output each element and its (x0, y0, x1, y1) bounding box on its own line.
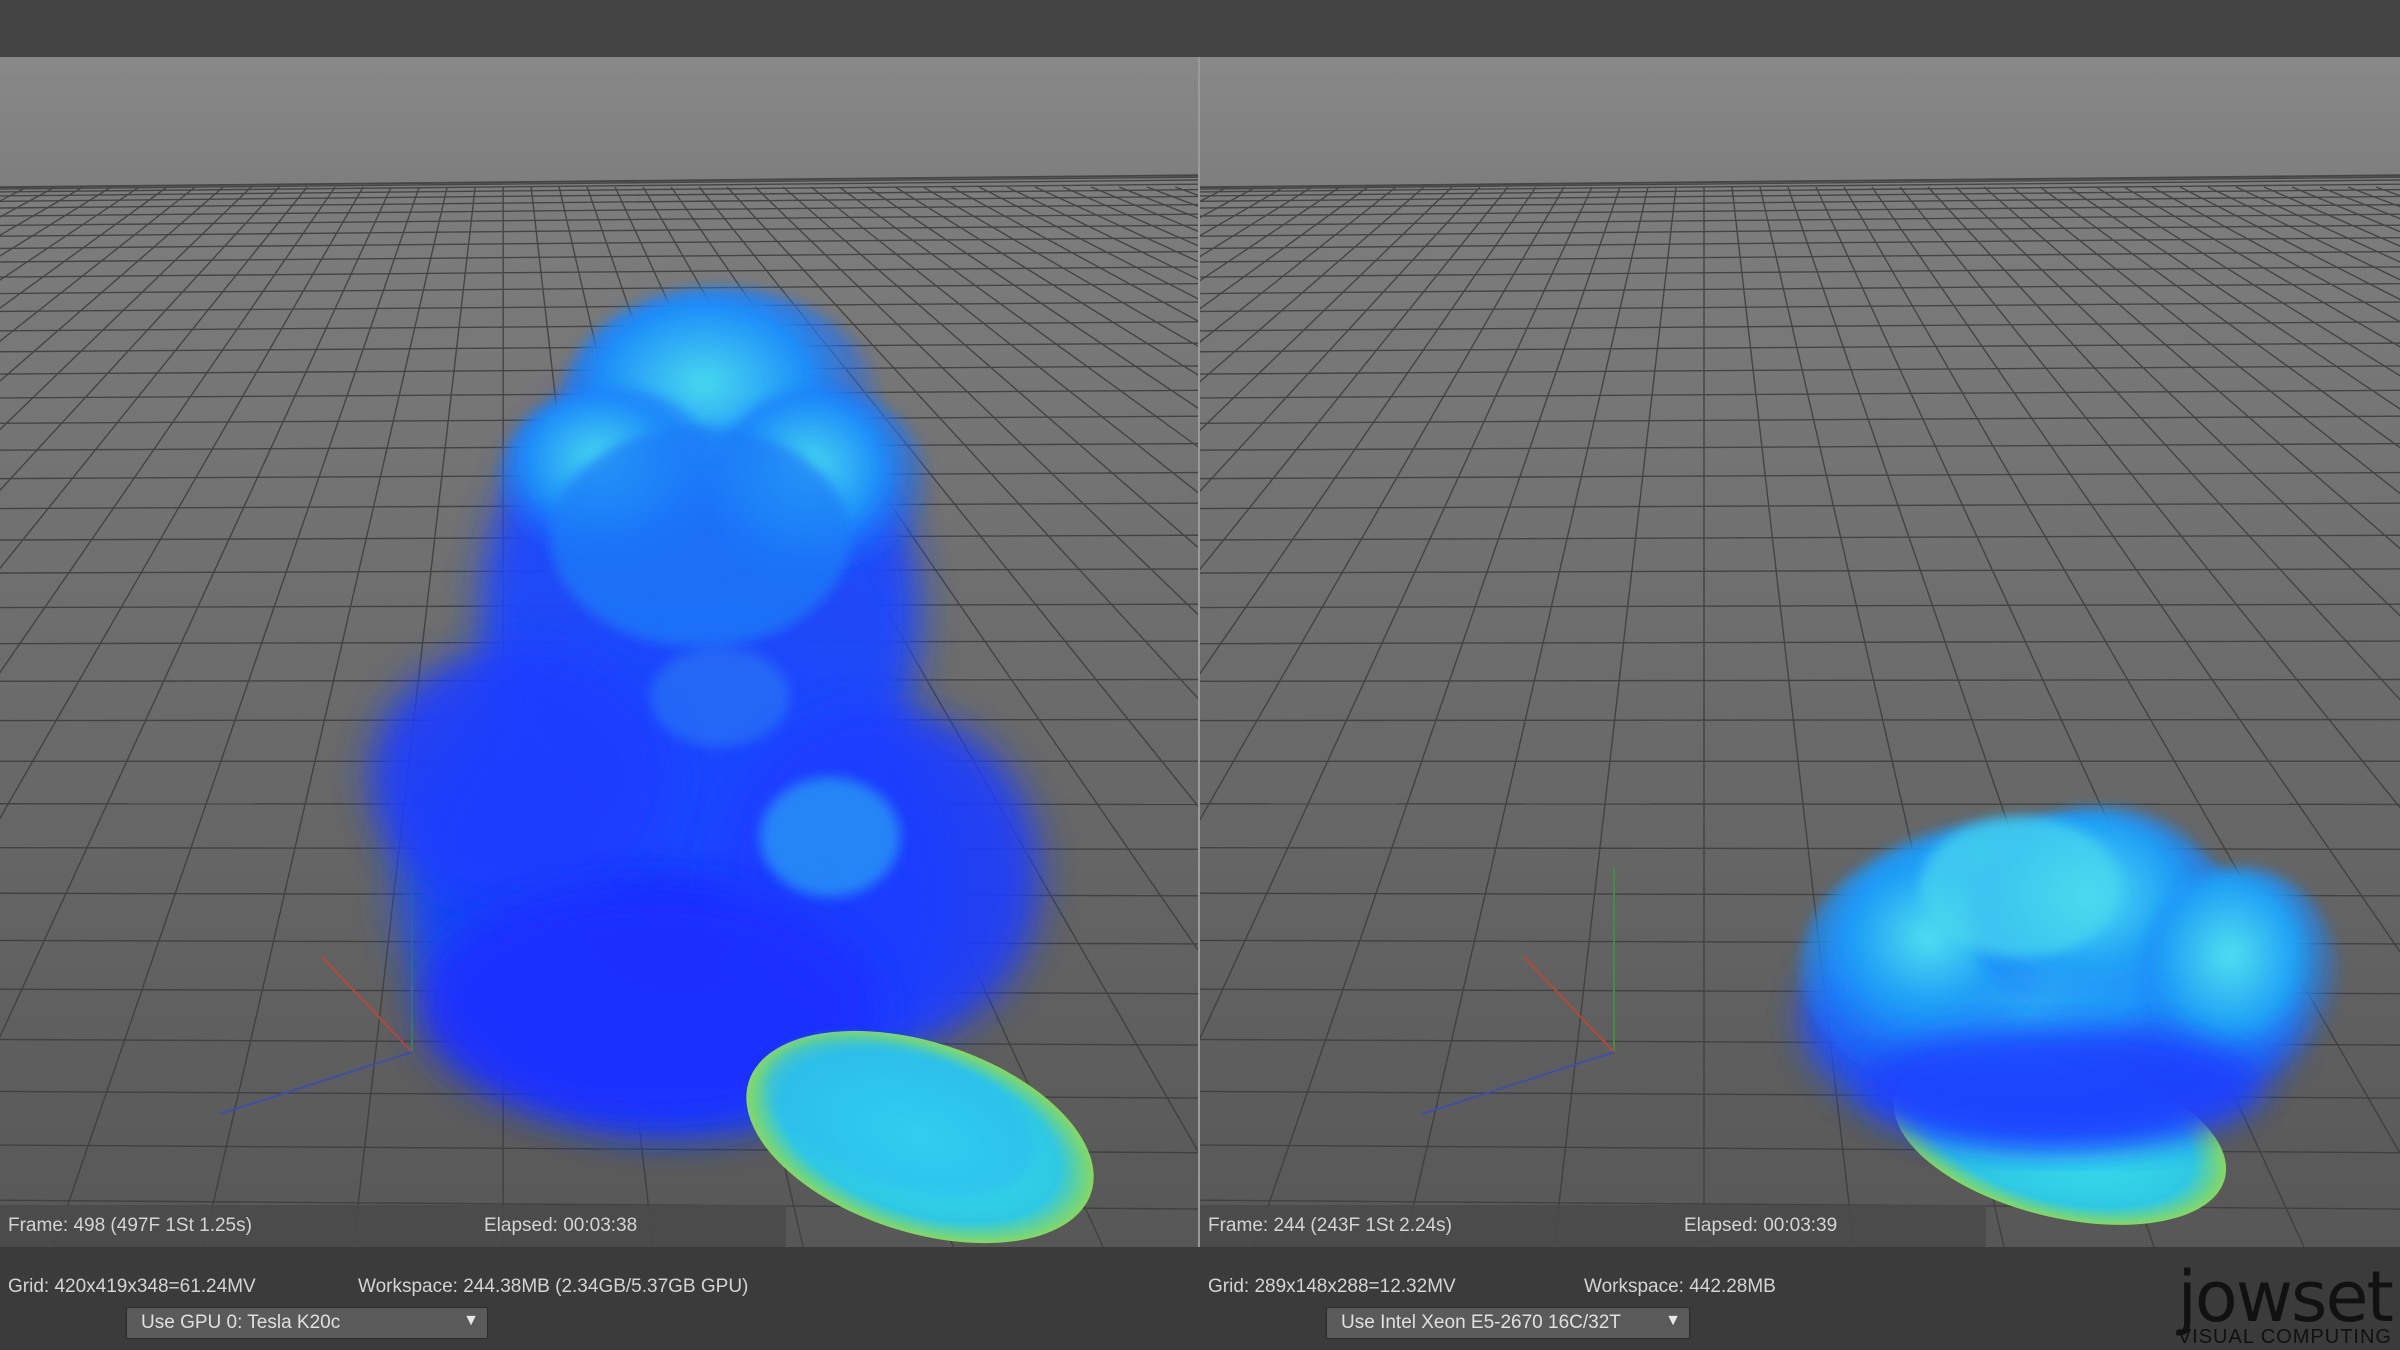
viewport-right-scene (1200, 57, 2400, 1247)
brand-logo: jowset VISUAL COMPUTING (2086, 1262, 2396, 1350)
compute-device-value-right: Use Intel Xeon E5-2670 16C/32T (1341, 1312, 1621, 1333)
workspace-readout-left: Workspace: 244.38MB (2.34GB/5.37GB GPU) (358, 1276, 749, 1297)
logo-wordmark: jowset (2177, 1256, 2394, 1338)
chevron-down-icon[interactable]: ▼ (1665, 1312, 1681, 1330)
grid-line (1200, 803, 2400, 806)
viewport-right[interactable] (1200, 57, 2400, 1247)
application-top-bar (0, 0, 2400, 57)
viewport-left[interactable] (0, 57, 1198, 1247)
chevron-down-icon[interactable]: ▼ (463, 1312, 479, 1330)
grid-readout-right: Grid: 289x148x288=12.32MV (1208, 1276, 1456, 1297)
compute-device-value-left: Use GPU 0: Tesla K20c (141, 1312, 341, 1333)
elapsed-readout-left: Elapsed: 00:03:38 (484, 1215, 638, 1236)
grid-readout-left: Grid: 420x419x348=61.24MV (8, 1276, 256, 1297)
frame-readout-left: Frame: 498 (497F 1St 1.25s) (8, 1215, 252, 1236)
compute-device-select-right[interactable]: Use Intel Xeon E5-2670 16C/32T ▼ (1326, 1307, 1690, 1339)
elapsed-readout-right: Elapsed: 00:03:39 (1684, 1215, 1838, 1236)
workspace-readout-right: Workspace: 442.28MB (1584, 1276, 1776, 1297)
compute-device-select-left[interactable]: Use GPU 0: Tesla K20c ▼ (126, 1307, 488, 1339)
logo-tagline: VISUAL COMPUTING (2177, 1326, 2392, 1348)
frame-readout-right: Frame: 244 (243F 1St 2.24s) (1208, 1215, 1452, 1236)
viewport-left-scene (0, 57, 1198, 1247)
